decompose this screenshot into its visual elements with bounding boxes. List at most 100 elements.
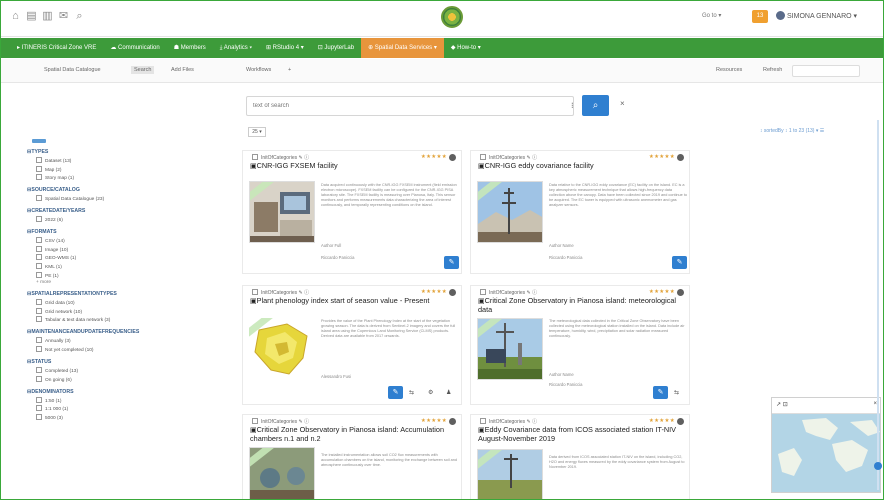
facet-option[interactable]: 1:50 (1) xyxy=(36,397,206,404)
facet-option[interactable]: 1:1 000 (1) xyxy=(36,405,206,412)
notification-badge[interactable]: 13 xyxy=(752,10,768,23)
edit-button[interactable]: ✎ xyxy=(444,256,459,269)
edit-button[interactable]: ✎ xyxy=(653,386,668,399)
nav-item-members[interactable]: ☗ Members xyxy=(167,38,213,58)
facet-heading-source[interactable]: SOURCE/CATALOG xyxy=(27,187,206,193)
card-title[interactable]: CNR-IGG eddy covariance facility xyxy=(478,161,683,171)
facet-option[interactable]: GEO-WMS (1) xyxy=(36,254,206,261)
rating-stars[interactable]: ★★★★★ xyxy=(421,289,447,295)
rating-stars[interactable]: ★★★★★ xyxy=(649,154,675,160)
tab-add-files[interactable]: Add Files xyxy=(171,67,194,73)
facet-option[interactable]: Spatial Data Catalogue (23) xyxy=(36,195,206,202)
facet-heading-types[interactable]: TYPES xyxy=(27,149,206,155)
nav-item-jupyterlab[interactable]: ⊡ JupyterLab xyxy=(311,38,361,58)
workflows-button[interactable]: Workflows xyxy=(246,67,271,73)
card-title[interactable]: CNR-IGG FXSEM facility xyxy=(250,161,455,171)
facet-heading-createdate[interactable]: CREATEDATE/YEARS xyxy=(27,208,206,214)
card-meta[interactable]: InitOfCategories ✎ ⓘ xyxy=(252,154,309,161)
facet-heading-denominators[interactable]: DENOMINATORS xyxy=(27,389,206,395)
refresh-button[interactable]: Refresh xyxy=(763,67,782,73)
card-thumbnail[interactable] xyxy=(477,181,543,243)
facet-option[interactable]: Not yet completed (10) xyxy=(36,346,206,353)
nav-item-communication[interactable]: ☁ Communication xyxy=(103,38,166,58)
card-title[interactable]: Plant phenology index start of season va… xyxy=(250,296,455,306)
facet-option[interactable]: On going (6) xyxy=(36,376,206,383)
card-title[interactable]: Eddy Covariance data from ICOS associate… xyxy=(478,425,683,443)
facet-option[interactable]: 5000 (3) xyxy=(36,414,206,421)
facet-option[interactable]: Tabular & text data network (3) xyxy=(36,316,206,323)
document-icon[interactable]: ▥ xyxy=(42,11,53,22)
card-meta[interactable]: InitOfCategories ✎ ⓘ xyxy=(252,289,309,296)
user-menu[interactable]: SIMONA GENNARO ▾ xyxy=(776,11,857,20)
person-add-icon[interactable]: ♟ xyxy=(446,389,451,396)
resources-button[interactable]: Resources xyxy=(716,67,742,73)
nav-item-spatial-data-services[interactable]: ⊕ Spatial Data Services ▾ xyxy=(361,38,444,58)
view-select[interactable] xyxy=(792,65,860,77)
result-card[interactable]: InitOfCategories ✎ ⓘ ★★★★★ CNR-IGG FXSEM… xyxy=(242,150,462,274)
card-meta[interactable]: InitOfCategories ✎ ⓘ xyxy=(480,154,537,161)
card-thumbnail[interactable] xyxy=(249,447,315,500)
rating-stars[interactable]: ★★★★★ xyxy=(421,418,447,424)
clear-search-button[interactable]: × xyxy=(620,99,625,108)
facet-option[interactable]: CSV (14) xyxy=(36,237,206,244)
card-thumbnail[interactable] xyxy=(249,318,315,380)
gateway-logo[interactable] xyxy=(441,6,463,28)
facet-heading-formats[interactable]: FORMATS xyxy=(27,229,206,235)
map-preview[interactable]: ↗ ⊡ × xyxy=(771,397,881,493)
facet-heading-maintenance[interactable]: MAINTENANCEANDUPDATEFREQUENCIES xyxy=(27,329,206,335)
rating-stars[interactable]: ★★★★★ xyxy=(421,154,447,160)
nav-item-rstudio[interactable]: ⊞ RStudio 4 ▾ xyxy=(259,38,311,58)
tab-search[interactable]: Search xyxy=(131,66,155,74)
share-icon[interactable]: ⇆ xyxy=(674,389,679,396)
rating-stars[interactable]: ★★★★★ xyxy=(649,289,675,295)
facet-option[interactable]: KML (1) xyxy=(36,263,206,270)
result-card[interactable]: InitOfCategories ✎ ⓘ ★★★★★ Critical Zone… xyxy=(242,414,462,500)
edit-button[interactable]: ✎ xyxy=(388,386,403,399)
map-expand-icon[interactable]: ↗ ⊡ xyxy=(776,401,788,408)
facet-option[interactable]: Dataset (13) xyxy=(36,157,206,164)
nav-item-analytics[interactable]: ⤓ Analytics ▾ xyxy=(213,38,259,58)
facet-heading-spatial-representation[interactable]: SPATIALREPRESENTATIONTYPES xyxy=(27,291,206,297)
facet-heading-status[interactable]: STATUS xyxy=(27,359,206,365)
search-input[interactable] xyxy=(246,96,574,116)
search-icon[interactable]: ⌕ xyxy=(74,11,85,22)
edit-button[interactable]: ✎ xyxy=(672,256,687,269)
facet-toggle[interactable] xyxy=(32,139,46,143)
facet-option[interactable]: PE (1) xyxy=(36,272,206,279)
page-size-select[interactable]: 25 ▾ xyxy=(248,127,266,137)
card-thumbnail[interactable] xyxy=(477,318,543,380)
card-meta[interactable]: InitOfCategories ✎ ⓘ xyxy=(252,418,309,425)
search-button[interactable]: ⌕ xyxy=(582,95,609,116)
tab-spatial-data-catalogue[interactable]: Spatial Data Catalogue xyxy=(44,67,101,73)
sort-controls[interactable]: ↕ sortedBy ↕ 1 to 23 (13) ▾ ☰ xyxy=(760,128,824,134)
home-icon[interactable]: ⌂ xyxy=(10,11,21,22)
facet-option[interactable]: Annually (3) xyxy=(36,337,206,344)
nav-item-home[interactable]: ▸ ITINERIS Critical Zone VRE xyxy=(10,38,103,58)
card-title[interactable]: Critical Zone Observatory in Pianosa isl… xyxy=(250,425,455,443)
card-thumbnail[interactable] xyxy=(249,181,315,243)
facet-option[interactable]: 2022 (6) xyxy=(36,216,206,223)
result-card[interactable]: InitOfCategories ✎ ⓘ ★★★★★ Plant phenolo… xyxy=(242,285,462,405)
facet-option[interactable]: Map (2) xyxy=(36,166,206,173)
facet-option[interactable]: Image (10) xyxy=(36,246,206,253)
card-thumbnail[interactable] xyxy=(477,449,543,500)
scroll-handle[interactable] xyxy=(874,462,882,470)
goto-menu[interactable]: Go to ▾ xyxy=(702,12,721,19)
rating-stars[interactable]: ★★★★★ xyxy=(649,418,675,424)
facet-option[interactable]: Story map (1) xyxy=(36,174,206,181)
facet-option[interactable]: Completed (13) xyxy=(36,367,206,374)
facet-option[interactable]: Grid data (10) xyxy=(36,299,206,306)
card-title[interactable]: Critical Zone Observatory in Pianosa isl… xyxy=(478,296,683,314)
card-meta[interactable]: InitOfCategories ✎ ⓘ xyxy=(480,289,537,296)
share-icon[interactable]: ⇆ xyxy=(409,389,414,396)
result-card[interactable]: InitOfCategories ✎ ⓘ ★★★★★ Eddy Covarian… xyxy=(470,414,690,500)
folder-icon[interactable]: ▤ xyxy=(26,11,37,22)
settings-icon[interactable]: ⚙ xyxy=(428,389,433,396)
facet-more-link[interactable]: + more xyxy=(36,280,206,285)
facet-option[interactable]: Grid network (10) xyxy=(36,308,206,315)
result-card[interactable]: InitOfCategories ✎ ⓘ ★★★★★ CNR-IGG eddy … xyxy=(470,150,690,274)
add-button[interactable]: + xyxy=(288,67,291,73)
scroll-track[interactable] xyxy=(877,120,879,490)
card-meta[interactable]: InitOfCategories ✎ ⓘ xyxy=(480,418,537,425)
nav-item-how-to[interactable]: ◆ How-to ▾ xyxy=(444,38,488,58)
